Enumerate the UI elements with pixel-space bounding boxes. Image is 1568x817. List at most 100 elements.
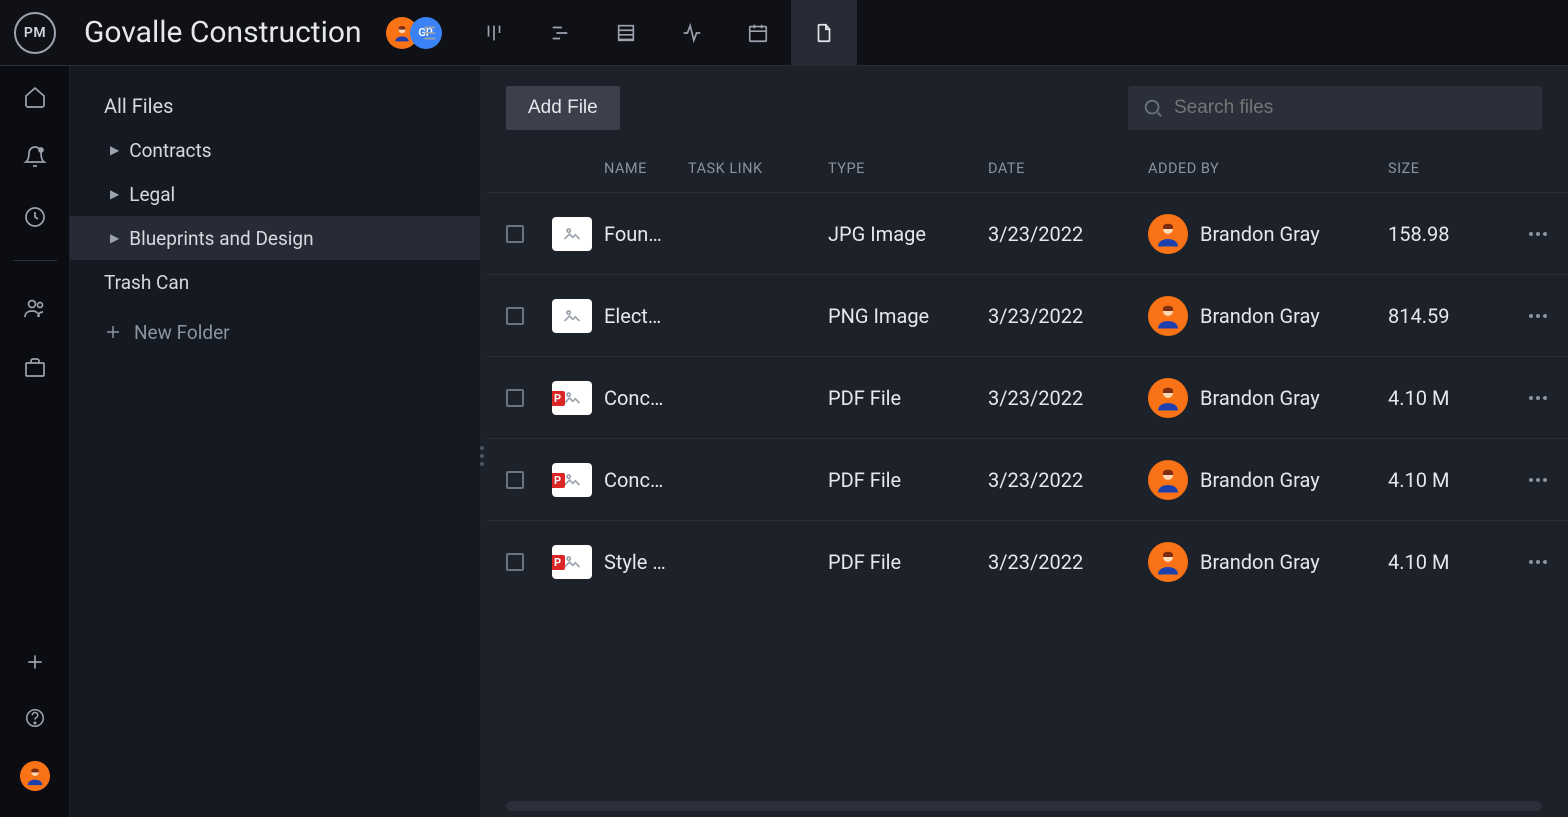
home-icon[interactable] (22, 84, 48, 110)
activity-view-tab[interactable] (659, 0, 725, 66)
file-type: JPG Image (828, 222, 988, 246)
gantt-view-tab[interactable] (527, 0, 593, 66)
file-name[interactable]: Style Referenc... (604, 550, 688, 574)
divider (13, 260, 57, 261)
file-date: 3/23/2022 (988, 304, 1148, 328)
file-type: PDF File (828, 468, 988, 492)
calendar-view-tab[interactable] (725, 0, 791, 66)
more-horizontal-icon (1526, 468, 1550, 492)
folder-label: Contracts (129, 139, 211, 162)
new-folder-button[interactable]: New Folder (70, 310, 480, 354)
help-icon[interactable] (22, 705, 48, 731)
activity-view-icon (681, 22, 703, 44)
search-box[interactable] (1128, 86, 1542, 130)
table-row[interactable]: PConceptual Dr...PDF File3/23/2022Brando… (486, 356, 1568, 438)
pdf-badge-icon: P (552, 473, 565, 488)
folder-label: Legal (129, 183, 175, 206)
nav-rail (0, 66, 70, 817)
list-view-icon (417, 22, 439, 44)
file-name[interactable]: Conceptual Dr... (604, 468, 688, 492)
avatar[interactable] (1148, 296, 1188, 336)
row-checkbox[interactable] (506, 389, 524, 407)
added-by-name: Brandon Gray (1200, 222, 1320, 246)
person-icon (24, 765, 46, 787)
caret-right-icon: ▶ (110, 231, 119, 245)
user-avatar[interactable] (20, 761, 50, 791)
file-date: 3/23/2022 (988, 386, 1148, 410)
col-size[interactable]: SIZE (1388, 160, 1508, 177)
board-view-icon (483, 22, 505, 44)
col-added-by[interactable]: ADDED BY (1148, 160, 1388, 177)
folder-sidebar: All Files ▶ Contracts ▶ Legal ▶ Blueprints an… (70, 66, 480, 817)
file-size: 4.10 M (1388, 468, 1508, 492)
plus-icon (104, 323, 122, 341)
board-view-tab[interactable] (461, 0, 527, 66)
table-row[interactable]: PConceptual Dr...PDF File3/23/2022Brando… (486, 438, 1568, 520)
file-thumbnail (552, 217, 592, 251)
view-tabs (395, 0, 857, 66)
row-more-button[interactable] (1508, 386, 1568, 410)
app-logo[interactable]: PM (14, 12, 56, 54)
tree-folder[interactable]: ▶ Legal (70, 172, 480, 216)
avatar[interactable] (1148, 214, 1188, 254)
added-by-name: Brandon Gray (1200, 386, 1320, 410)
row-checkbox[interactable] (506, 471, 524, 489)
search-input[interactable] (1174, 97, 1528, 119)
row-more-button[interactable] (1508, 304, 1568, 328)
added-by-name: Brandon Gray (1200, 550, 1320, 574)
row-more-button[interactable] (1508, 468, 1568, 492)
row-checkbox[interactable] (506, 307, 524, 325)
tree-folder[interactable]: ▶ Blueprints and Design (70, 216, 480, 260)
pdf-badge-icon: P (552, 391, 565, 406)
file-date: 3/23/2022 (988, 222, 1148, 246)
added-by: Brandon Gray (1148, 296, 1388, 336)
more-horizontal-icon (1526, 386, 1550, 410)
caret-right-icon: ▶ (110, 187, 119, 201)
col-name[interactable]: NAME (604, 160, 688, 177)
more-horizontal-icon (1526, 222, 1550, 246)
files-view-icon (813, 22, 835, 44)
row-checkbox[interactable] (506, 225, 524, 243)
add-file-button[interactable]: Add File (506, 86, 620, 130)
sheet-view-tab[interactable] (593, 0, 659, 66)
add-icon[interactable] (22, 649, 48, 675)
notifications-icon[interactable] (22, 144, 48, 170)
folder-label: Blueprints and Design (129, 227, 313, 250)
file-name[interactable]: Conceptual Dr... (604, 386, 688, 410)
col-date[interactable]: DATE (988, 160, 1148, 177)
files-view-tab[interactable] (791, 0, 857, 66)
file-date: 3/23/2022 (988, 550, 1148, 574)
top-bar: PM Govalle Construction GP (0, 0, 1568, 66)
calendar-view-icon (747, 22, 769, 44)
file-name[interactable]: Electrical and ... (604, 304, 688, 328)
file-name[interactable]: Foundation Blu... (604, 222, 688, 246)
col-task-link[interactable]: TASK LINK (688, 160, 828, 177)
file-size: 4.10 M (1388, 550, 1508, 574)
tree-trash[interactable]: Trash Can (70, 260, 480, 304)
team-icon[interactable] (22, 295, 48, 321)
more-horizontal-icon (1526, 550, 1550, 574)
avatar[interactable] (1148, 378, 1188, 418)
file-type: PDF File (828, 550, 988, 574)
table-row[interactable]: Electrical and ...PNG Image3/23/2022Bran… (486, 274, 1568, 356)
added-by-name: Brandon Gray (1200, 304, 1320, 328)
row-checkbox[interactable] (506, 553, 524, 571)
caret-right-icon: ▶ (110, 143, 119, 157)
row-more-button[interactable] (1508, 550, 1568, 574)
file-size: 158.98 (1388, 222, 1508, 246)
table-row[interactable]: PStyle Referenc...PDF File3/23/2022Brand… (486, 520, 1568, 602)
recent-icon[interactable] (22, 204, 48, 230)
table-header: NAME TASK LINK TYPE DATE ADDED BY SIZE (486, 144, 1568, 192)
tree-folder[interactable]: ▶ Contracts (70, 128, 480, 172)
col-type[interactable]: TYPE (828, 160, 988, 177)
table-row[interactable]: Foundation Blu... JPG Image3/23/2022 Brand… (486, 192, 1568, 274)
horizontal-scrollbar[interactable] (506, 801, 1542, 811)
sidebar-resize-handle[interactable] (480, 446, 484, 466)
list-view-tab[interactable] (395, 0, 461, 66)
tree-root-all-files[interactable]: All Files (70, 84, 480, 128)
portfolio-icon[interactable] (22, 355, 48, 381)
avatar[interactable] (1148, 542, 1188, 582)
row-more-button[interactable] (1508, 222, 1568, 246)
file-thumbnail: P (552, 381, 592, 415)
avatar[interactable] (1148, 460, 1188, 500)
